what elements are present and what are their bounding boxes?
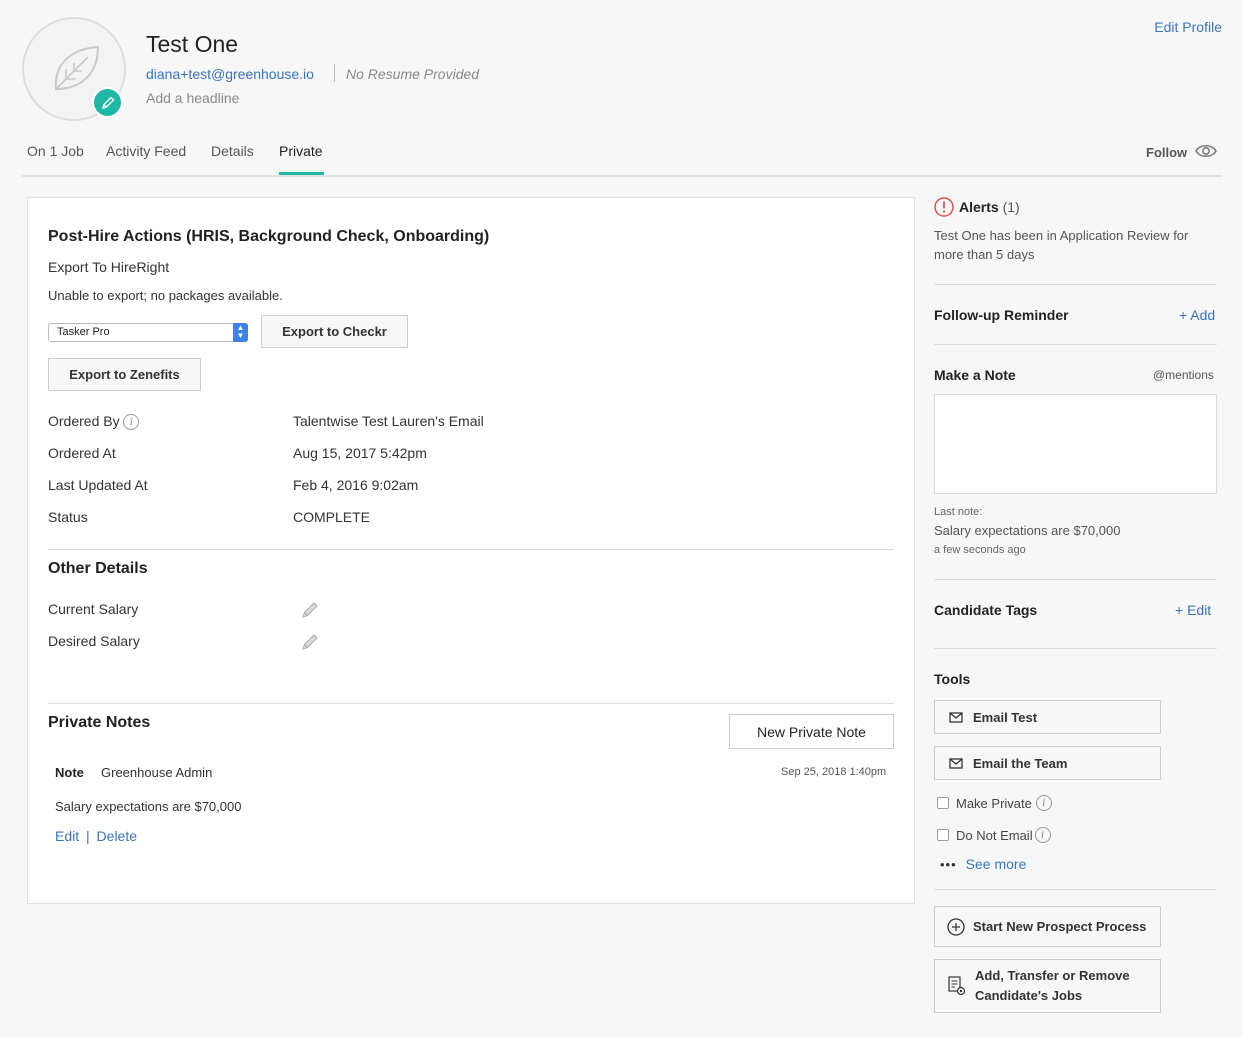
sidebar-divider [934,284,1217,285]
edit-note-link[interactable]: Edit [55,828,79,844]
mentions-hint: @mentions [1153,368,1214,382]
tab-on-1-job[interactable]: On 1 Job [27,143,84,159]
do-not-email-option: Do Not Email i [937,827,1051,843]
export-to-checkr-button[interactable]: Export to Checkr [261,315,408,348]
pencil-icon [101,96,114,109]
do-not-email-checkbox[interactable] [937,829,949,841]
envelope-icon [949,711,963,723]
field-label-status: Status [48,509,88,525]
alert-icon [934,197,954,222]
make-a-note-title: Make a Note [934,367,1016,383]
action-separator: | [86,828,90,844]
last-note-time: a few seconds ago [934,544,1026,556]
active-tab-indicator [279,172,324,175]
candidate-tags-title: Candidate Tags [934,602,1038,618]
resume-status: No Resume Provided [346,66,480,82]
email-test-button[interactable]: Email Test [934,700,1161,734]
section-divider [48,549,894,550]
alert-message: Test One has been in Application Review … [934,228,1189,262]
other-details-title: Other Details [48,560,148,577]
follow-up-reminder-title: Follow-up Reminder [934,307,1069,323]
add-reminder-link[interactable]: + Add [1179,307,1215,323]
sidebar-divider [934,344,1217,345]
envelope-icon [949,757,963,769]
email-the-team-button[interactable]: Email the Team [934,746,1161,780]
edit-tags-link[interactable]: + Edit [1175,602,1211,618]
field-label-ordered-at: Ordered At [48,445,116,461]
package-select-value: Tasker Pro [57,326,110,338]
delete-note-link[interactable]: Delete [97,828,137,844]
note-textarea[interactable] [934,394,1217,494]
sidebar-divider [934,889,1217,890]
field-value-ordered-by: Talentwise Test Lauren's Email [293,413,484,429]
desired-salary-label: Desired Salary [48,633,140,649]
eye-icon[interactable] [1195,143,1217,164]
make-private-option: Make Private i [937,795,1052,811]
tabs-divider [22,175,1222,177]
field-value-ordered-at: Aug 15, 2017 5:42pm [293,445,427,461]
leaf-icon [54,45,100,91]
select-arrows-icon: ▲ ▼ [233,323,248,342]
package-select[interactable]: Tasker Pro ▲ ▼ [48,323,248,342]
make-private-label: Make Private [956,795,1032,811]
edit-desired-salary-pencil-icon[interactable] [301,633,319,656]
note-body: Salary expectations are $70,000 [55,799,242,814]
tab-private[interactable]: Private [279,143,323,159]
last-note-text: Salary expectations are $70,000 [934,523,1121,538]
new-private-note-button[interactable]: New Private Note [729,714,894,749]
info-icon[interactable]: i [1035,795,1052,811]
candidate-email-link[interactable]: diana+test@greenhouse.io [146,66,314,82]
plus-circle-icon [947,917,965,936]
tab-activity-feed[interactable]: Activity Feed [106,143,186,159]
transfer-jobs-button[interactable]: Add, Transfer or Remove Candidate's Jobs [934,959,1161,1013]
section-divider [48,703,894,704]
start-new-prospect-button[interactable]: Start New Prospect Process [934,906,1161,947]
ellipsis-icon: ••• [940,856,957,872]
see-more-row[interactable]: ••• See more [940,856,1026,872]
private-panel [27,197,915,904]
export-hireright-label: Export To HireRight [48,259,170,275]
field-value-status: COMPLETE [293,509,371,525]
current-salary-label: Current Salary [48,601,139,617]
field-value-last-updated: Feb 4, 2016 9:02am [293,477,419,493]
note-author: Greenhouse Admin [101,765,213,780]
add-headline-field[interactable]: Add a headline [146,90,239,106]
export-to-zenefits-button[interactable]: Export to Zenefits [48,358,201,391]
last-note-label: Last note: [934,506,983,518]
private-notes-title: Private Notes [48,714,151,731]
info-icon[interactable]: i [1034,827,1051,843]
field-label-last-updated: Last Updated At [48,477,148,493]
info-icon[interactable]: i [123,414,140,431]
follow-button[interactable]: Follow [1146,145,1187,160]
sidebar-divider [934,648,1217,649]
field-label-ordered-by: Ordered By i [48,413,140,431]
post-hire-title: Post-Hire Actions (HRIS, Background Chec… [48,228,490,245]
alerts-count: (1) [1002,199,1020,215]
make-private-checkbox[interactable] [937,797,949,809]
alerts-title: Alerts [959,199,999,215]
header-divider [334,64,335,82]
edit-avatar-button[interactable] [92,87,123,118]
sidebar-divider [934,579,1217,580]
candidate-name: Test One [146,31,239,57]
edit-current-salary-pencil-icon[interactable] [301,601,319,624]
unable-export-message: Unable to export; no packages available. [48,288,283,303]
note-label: Note [55,765,84,780]
note-timestamp: Sep 25, 2018 1:40pm [781,766,887,778]
edit-profile-link[interactable]: Edit Profile [1154,19,1222,35]
document-gear-icon [948,976,966,996]
tab-details[interactable]: Details [211,143,254,159]
do-not-email-label: Do Not Email [956,827,1033,843]
see-more-link[interactable]: See more [966,856,1027,872]
tools-title: Tools [934,671,971,687]
